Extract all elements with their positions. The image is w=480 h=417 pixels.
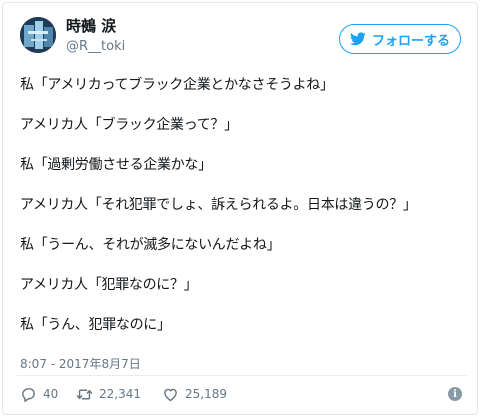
twitter-bird-icon — [349, 32, 366, 46]
reply-icon — [22, 387, 35, 402]
tweet-line — [20, 255, 470, 275]
divider — [17, 375, 467, 376]
tweet-line — [20, 175, 470, 195]
tweet-line — [20, 95, 470, 115]
heart-icon — [164, 388, 177, 401]
follow-button[interactable]: フォローする — [339, 24, 461, 54]
tweet-line — [20, 295, 470, 315]
tweet-line — [20, 215, 470, 235]
user-handle[interactable]: @R__toki — [66, 39, 125, 54]
tweet-line — [20, 135, 470, 155]
tweet-actions: 40 22,341 25,189 — [20, 383, 262, 405]
reply-count: 40 — [43, 387, 59, 401]
info-icon[interactable]: i — [448, 387, 462, 401]
tweet-line: 私「うん、犯罪なのに」 — [20, 317, 171, 333]
retweet-button[interactable]: 22,341 — [76, 386, 162, 403]
tweet-text: 私「アメリカってブラック企業とかなさそうよね」 アメリカ人「ブラック企業って？」… — [20, 75, 470, 335]
avatar-image — [20, 17, 56, 53]
display-name[interactable]: 時鵺 涙 — [66, 15, 116, 36]
tweet-line: 私「うーん、それが滅多にないんだよね」 — [20, 237, 281, 253]
like-button[interactable]: 25,189 — [162, 386, 262, 403]
tweet-line: 私「アメリカってブラック企業とかなさそうよね」 — [20, 77, 334, 93]
retweet-icon — [76, 389, 93, 399]
tweet-timestamp[interactable]: 8:07 - 2017年8月7日 — [20, 355, 141, 372]
avatar[interactable] — [20, 17, 56, 53]
retweet-count: 22,341 — [99, 387, 141, 401]
like-count: 25,189 — [185, 387, 227, 401]
tweet-card: 時鵺 涙 @R__toki フォローする 私「アメリカってブラック企業とかなさそ… — [2, 2, 478, 415]
reply-button[interactable]: 40 — [20, 386, 76, 403]
tweet-line: アメリカ人「それ犯罪でしょ、訴えられるよ。日本は違うの？」 — [20, 197, 417, 213]
follow-button-label: フォローする — [371, 33, 450, 49]
tweet-header: 時鵺 涙 @R__toki フォローする — [3, 3, 477, 65]
tweet-line: 私「過剰労働させる企業かな」 — [20, 157, 212, 173]
tweet-line: アメリカ人「ブラック企業って？」 — [20, 117, 238, 133]
tweet-line: アメリカ人「犯罪なのに？」 — [20, 277, 198, 293]
